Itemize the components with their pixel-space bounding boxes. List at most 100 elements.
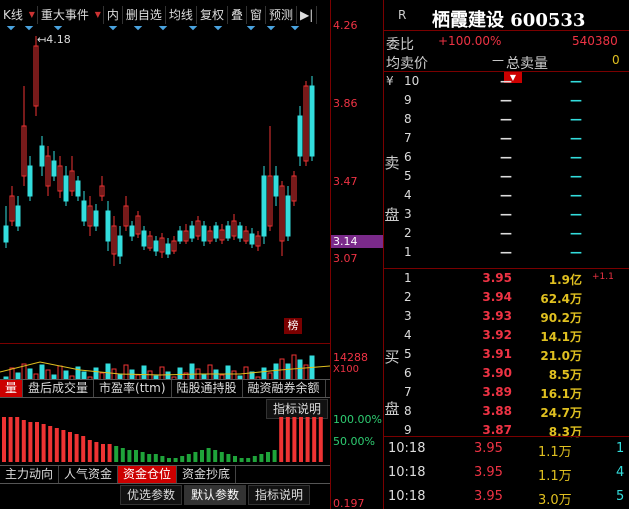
fund-bar <box>120 448 125 462</box>
avg-sell-row: 均卖价 — 总卖量 0 <box>384 51 629 72</box>
sell-level-row[interactable]: 4 — — <box>384 186 629 205</box>
tab-main-flow[interactable]: 主力动向 <box>0 466 60 483</box>
level-volume: — <box>570 93 582 107</box>
sell-level-row[interactable]: 6 — — <box>384 148 629 167</box>
event-marker-icon[interactable] <box>213 26 223 31</box>
buy-level-row[interactable]: 5 3.91 21.0万 <box>384 345 629 364</box>
event-marker-icon[interactable] <box>246 26 256 31</box>
candle <box>105 201 111 251</box>
sell-level-row[interactable]: 8 — — <box>384 110 629 129</box>
toolbar-expand-icon[interactable]: ▶| <box>297 6 318 24</box>
avg-sell-label: 均卖价 <box>386 56 428 72</box>
indicator-help-button-2[interactable]: 指标说明 <box>248 485 311 505</box>
tab-margin[interactable]: 融资融券余额 <box>243 380 326 397</box>
event-marker-icon[interactable] <box>158 26 168 31</box>
level-price: 3.88 <box>482 404 512 418</box>
event-marker-icon[interactable] <box>108 26 118 31</box>
toolbar-ma[interactable]: 均线 <box>166 6 197 24</box>
fund-bar <box>226 454 231 462</box>
buy-level-row[interactable]: 6 3.90 8.5万 <box>384 364 629 383</box>
candle <box>261 166 267 244</box>
toolbar-window[interactable]: 窗 <box>247 6 266 24</box>
fund-bar <box>41 424 46 462</box>
toolbar-inner[interactable]: 内 <box>104 6 123 24</box>
buy-level-row[interactable]: 3 3.93 90.2万 <box>384 307 629 326</box>
toolbar-major-events[interactable]: 重大事件 <box>38 6 104 24</box>
candle <box>291 171 297 206</box>
fund-bar <box>292 417 297 462</box>
quote-panel: R 栖霞建设 600533 委比 +100.00% 540380 均卖价 — 总… <box>383 0 629 509</box>
tab-hk-connect[interactable]: 陆股通持股 <box>172 380 243 397</box>
sell-level-row[interactable]: 9 — — <box>384 91 629 110</box>
sell-level-row[interactable]: ¥10 — — <box>384 72 629 91</box>
preferred-params-button[interactable]: 优选参数 <box>120 485 183 505</box>
toolbar-forecast[interactable]: 预测 <box>266 6 297 24</box>
toolbar-kline[interactable]: K线 <box>0 6 38 24</box>
sell-level-row[interactable]: 1 — — <box>384 243 629 262</box>
level-price: 3.90 <box>482 366 512 380</box>
sell-level-row[interactable]: 7 — — <box>384 129 629 148</box>
event-marker-icon[interactable] <box>24 26 34 31</box>
level-volume: — <box>570 112 582 126</box>
level-volume: 24.7万 <box>540 406 582 420</box>
tick-row: 10:18 3.95 1.1万 1 <box>384 438 629 460</box>
tab-after-hours[interactable]: 盘后成交量 <box>23 380 95 397</box>
sell-level-row[interactable]: 3 — — <box>384 205 629 224</box>
event-marker-icon[interactable] <box>53 26 63 31</box>
divider <box>384 436 629 437</box>
event-marker-icon[interactable] <box>188 26 198 31</box>
candle <box>297 106 303 166</box>
toolbar-remove-favorite[interactable]: 删自选 <box>123 6 166 24</box>
default-params-button[interactable]: 默认参数 <box>184 485 247 505</box>
price-label-3: 3.47 <box>333 175 358 188</box>
sell-side-label: 卖盘 <box>384 150 400 228</box>
tab-popularity[interactable]: 人气资金 <box>59 466 119 483</box>
level-price: 3.87 <box>482 423 512 437</box>
toolbar-overlay[interactable]: 叠 <box>228 6 247 24</box>
fund-bar <box>266 452 270 462</box>
candle <box>207 226 213 244</box>
level-volume: 16.1万 <box>540 387 582 401</box>
arrow-left-icon: ↤ <box>37 33 47 46</box>
stock-title-bar: R 栖霞建设 600533 <box>384 4 629 31</box>
tab-pe-ttm[interactable]: 市盈率(ttm) <box>94 380 172 397</box>
event-marker-icon[interactable] <box>266 26 276 31</box>
volume-bar <box>297 359 303 381</box>
candle <box>99 176 105 201</box>
candle <box>21 86 27 186</box>
candle <box>195 216 201 240</box>
event-marker-icon[interactable] <box>290 26 300 31</box>
sell-level-row[interactable]: 2 — — <box>384 224 629 243</box>
level-price: 3.91 <box>482 347 512 361</box>
fund-bar <box>81 436 86 462</box>
level-volume: — <box>570 226 582 240</box>
wei-bi-value: +100.00% <box>438 34 502 48</box>
fund-bar <box>28 422 33 462</box>
buy-level-row[interactable]: 4 3.92 14.1万 <box>384 326 629 345</box>
level-number: 2 <box>404 290 412 304</box>
level-number: 8 <box>404 112 412 126</box>
fund-bar <box>15 417 20 462</box>
tab-volume[interactable]: 量 <box>0 380 24 397</box>
level-number: 10 <box>404 74 420 88</box>
tab-fund-bottom[interactable]: 资金抄底 <box>177 466 237 483</box>
buy-level-row[interactable]: 2 3.94 62.4万 <box>384 288 629 307</box>
buy-level-row[interactable]: 7 3.89 16.1万 <box>384 383 629 402</box>
candle <box>237 222 243 242</box>
total-sell-value: 0 <box>612 53 620 67</box>
buy-level-row[interactable]: 8 3.88 24.7万 <box>384 402 629 421</box>
tick-time: 10:18 <box>388 465 426 480</box>
tab-fund-position[interactable]: 资金仓位 <box>118 466 178 483</box>
tick-count: 5 <box>616 489 625 504</box>
event-marker-icon[interactable] <box>133 26 143 31</box>
level-price: — <box>500 245 512 259</box>
candlestick-chart[interactable] <box>0 26 330 336</box>
fund-bar <box>213 450 218 462</box>
candle <box>201 221 207 246</box>
toolbar-adjust[interactable]: 复权 <box>197 6 228 24</box>
ranking-badge[interactable]: 榜 <box>284 318 302 334</box>
event-marker-icon[interactable] <box>6 26 16 31</box>
sell-level-row[interactable]: 5 — — <box>384 167 629 186</box>
level-price: 3.89 <box>482 385 512 399</box>
buy-level-row[interactable]: 1 3.95 1.9亿 +1.1 <box>384 269 629 288</box>
